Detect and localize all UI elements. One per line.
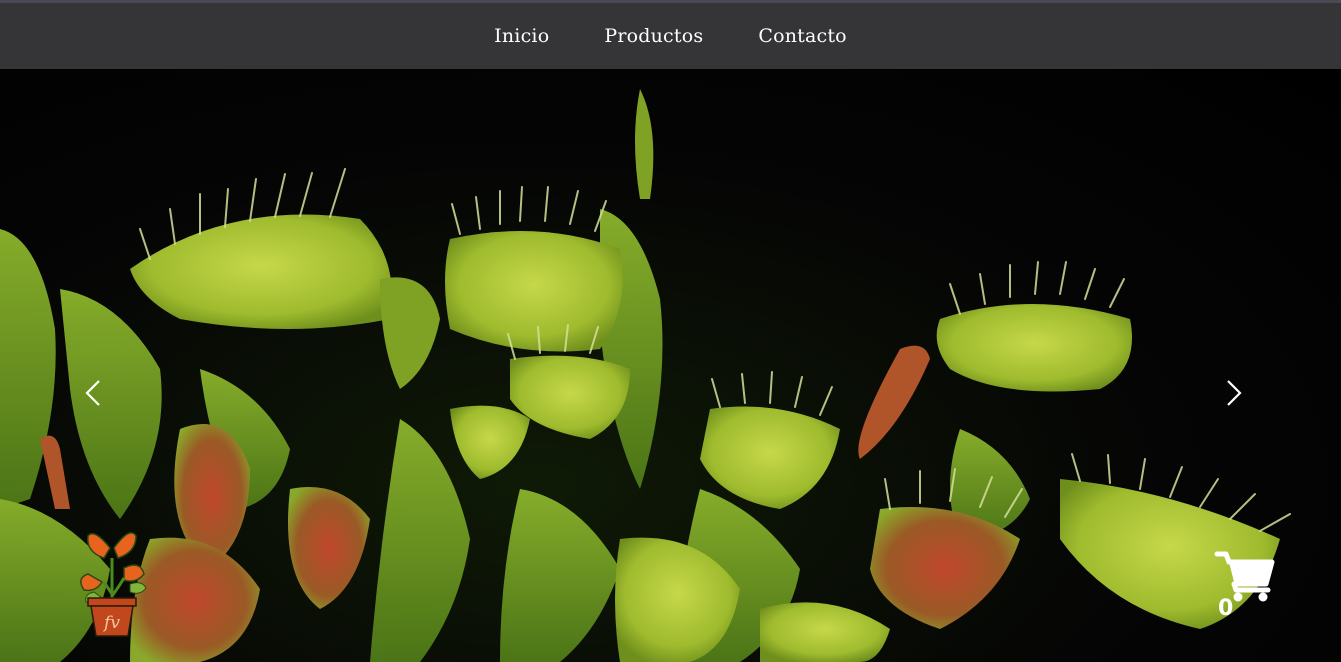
nav-link-productos[interactable]: Productos [604,25,703,47]
logo-text: fv [102,613,120,633]
nav-link-contacto[interactable]: Contacto [758,25,847,47]
shopping-cart-icon [1214,551,1275,602]
cart-count-badge: 0 [1218,596,1234,621]
shopping-cart-button[interactable]: 0 [1214,550,1280,630]
nav-link-inicio[interactable]: Inicio [494,25,549,47]
carousel-prev-button[interactable] [85,379,115,419]
potted-flytrap-logo[interactable]: fv [74,518,150,640]
top-navbar: Inicio Productos Contacto [0,0,1341,69]
chevron-right-icon [1227,380,1242,406]
carousel-next-button[interactable] [1226,379,1256,419]
carousel-slide-image [0,89,1291,662]
chevron-left-icon [85,380,100,406]
hero-carousel [0,69,1341,662]
